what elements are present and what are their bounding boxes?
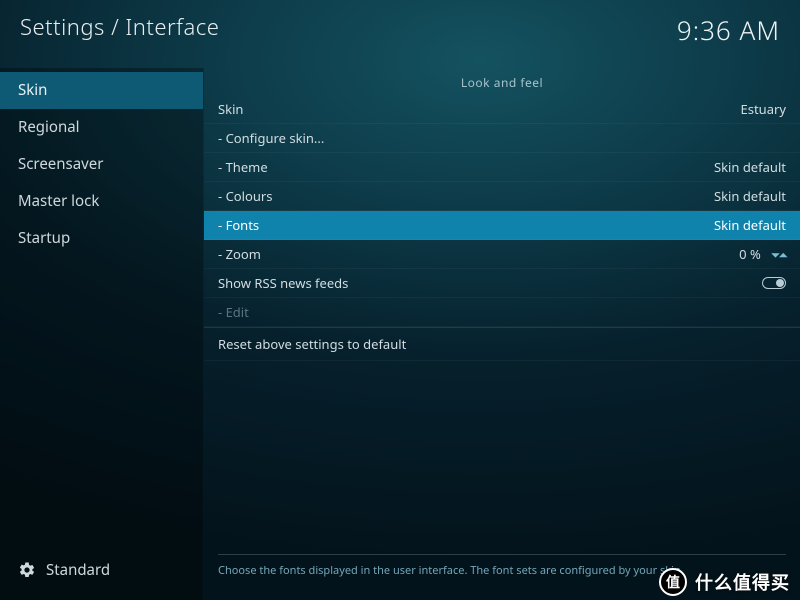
row-fonts-label: - Fonts: [218, 216, 259, 234]
row-theme-value: Skin default: [714, 158, 786, 176]
sidebar-item-skin[interactable]: Skin: [0, 72, 203, 109]
row-skin-label: Skin: [218, 100, 243, 118]
row-theme[interactable]: - Theme Skin default: [204, 153, 800, 182]
row-theme-label: - Theme: [218, 158, 268, 176]
settings-panel: Look and feel Skin Estuary - Configure s…: [204, 68, 800, 600]
row-colours-value: Skin default: [714, 187, 786, 205]
settings-level-button[interactable]: Standard: [0, 546, 203, 600]
row-colours[interactable]: - Colours Skin default: [204, 182, 800, 211]
sidebar: Skin Regional Screensaver Master lock St…: [0, 68, 204, 600]
clock: 9:36 AM: [677, 12, 780, 48]
row-colours-label: - Colours: [218, 187, 273, 205]
header: Settings / Interface 9:36 AM: [0, 0, 800, 68]
row-zoom-label: - Zoom: [218, 245, 261, 263]
row-reset-label: Reset above settings to default: [218, 335, 406, 353]
gear-icon: [18, 561, 36, 579]
row-skin[interactable]: Skin Estuary: [204, 95, 800, 124]
row-skin-value: Estuary: [741, 100, 786, 118]
row-rss[interactable]: Show RSS news feeds: [204, 269, 800, 298]
row-fonts[interactable]: - Fonts Skin default: [204, 211, 800, 240]
row-reset[interactable]: Reset above settings to default: [204, 327, 800, 361]
sidebar-item-regional[interactable]: Regional: [0, 109, 203, 146]
settings-level-label: Standard: [46, 560, 110, 580]
toggle-icon[interactable]: [762, 277, 786, 289]
sidebar-item-startup[interactable]: Startup: [0, 220, 203, 257]
breadcrumb: Settings / Interface: [20, 12, 219, 42]
section-title: Look and feel: [204, 68, 800, 95]
row-configure-label: - Configure skin...: [218, 129, 324, 147]
spinner-icon[interactable]: ⏷⏶: [771, 246, 786, 263]
row-zoom[interactable]: - Zoom 0 % ⏷⏶: [204, 240, 800, 269]
row-rss-label: Show RSS news feeds: [218, 274, 348, 292]
row-edit-label: - Edit: [218, 303, 249, 321]
sidebar-item-masterlock[interactable]: Master lock: [0, 183, 203, 220]
row-configure-skin[interactable]: - Configure skin...: [204, 124, 800, 153]
row-edit: - Edit: [204, 298, 800, 327]
row-fonts-value: Skin default: [714, 216, 786, 234]
row-zoom-value: 0 %: [739, 245, 761, 263]
sidebar-item-screensaver[interactable]: Screensaver: [0, 146, 203, 183]
hint-text: Choose the fonts displayed in the user i…: [218, 554, 786, 578]
